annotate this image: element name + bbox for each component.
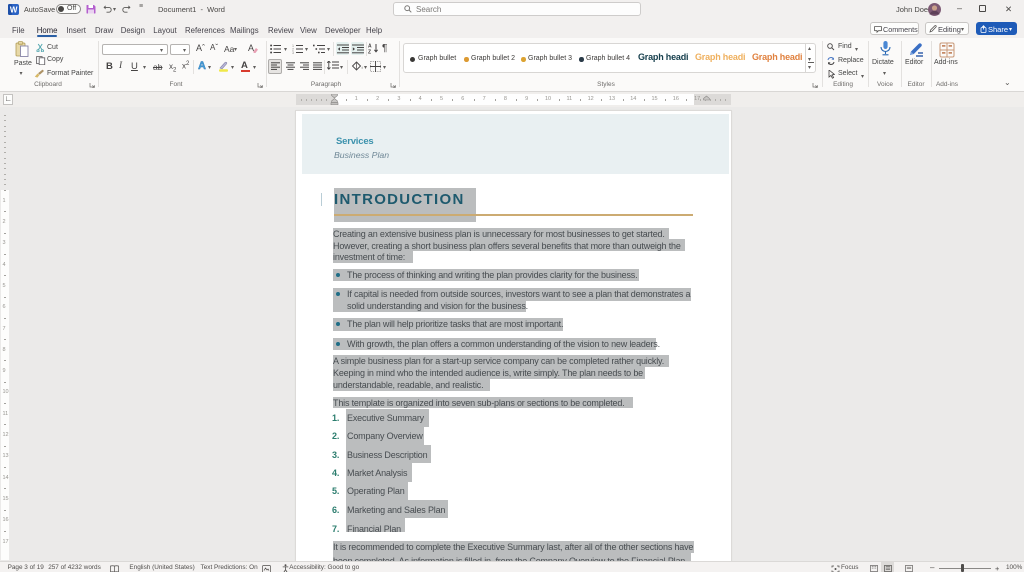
svg-text:3: 3 (292, 51, 294, 54)
svg-text:Z: Z (368, 50, 371, 54)
svg-text:W: W (10, 5, 18, 14)
